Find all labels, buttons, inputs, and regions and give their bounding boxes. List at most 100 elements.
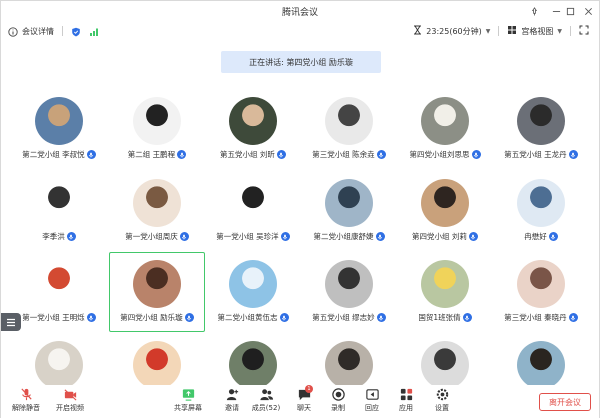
participant-tile[interactable]: 第四党小组刘思思 <box>397 97 493 179</box>
participant-tile[interactable]: 第二组 王鹏程 <box>109 97 205 179</box>
mic-icon <box>548 232 558 241</box>
divider <box>498 26 500 36</box>
sidebar-toggle[interactable] <box>1 313 21 331</box>
participant-tile[interactable]: 第一党小组 王明烁 <box>11 260 107 342</box>
participant-name-row: 第五党小组 缪志妙 <box>301 312 397 323</box>
shield-icon[interactable] <box>71 22 81 41</box>
chevron-down-icon[interactable]: ▼ <box>557 28 562 35</box>
leave-meeting-button[interactable]: 离开会议 <box>539 393 591 411</box>
meeting-details-button[interactable]: 会议详情 <box>22 26 54 37</box>
avatar <box>133 341 181 389</box>
chat-badge: 1 <box>305 385 313 393</box>
participant-tile[interactable]: 第五党小组 王龙丹 <box>493 97 589 179</box>
view-mode-button[interactable]: 宫格视图 <box>521 26 553 37</box>
participant-name: 第一党小组 吴珍洋 <box>216 232 279 241</box>
avatar <box>35 179 83 227</box>
avatar <box>517 179 565 227</box>
avatar <box>517 97 565 145</box>
participant-tile[interactable]: 冉懋好 <box>493 179 589 261</box>
participant-name: 国贸1班张倩 <box>418 313 461 322</box>
signal-icon[interactable] <box>89 22 99 41</box>
mic-muted-icon <box>20 388 32 401</box>
avatar <box>229 179 277 227</box>
participant-name-row: 第四党小组刘思思 <box>397 149 493 160</box>
close-icon[interactable] <box>577 1 599 21</box>
participant-name-row: 第一党小组 吴珍洋 <box>205 231 301 242</box>
participant-name: 第三党小组 陈余垚 <box>312 150 375 159</box>
avatar <box>517 260 565 308</box>
unmute-button[interactable]: 解除静音 <box>7 387 45 417</box>
mic-icon <box>375 232 385 241</box>
mic-icon <box>568 150 578 159</box>
bottom-toolbar: 解除静音 开启视频 共享屏幕 邀请 成员(52) 1 聊天 录制 回应 应用 设… <box>1 385 599 418</box>
mic-icon <box>376 313 386 322</box>
participant-tile[interactable]: 国贸1班张倩 <box>397 260 493 342</box>
participant-name-row: 第一党小组周庆 <box>109 231 205 242</box>
apps-button[interactable]: 应用 <box>387 387 425 417</box>
chevron-down-icon[interactable]: ▼ <box>486 28 491 35</box>
chat-button[interactable]: 1 聊天 <box>285 385 323 417</box>
participant-name: 第五党小组 刘昕 <box>220 150 275 159</box>
members-button[interactable]: 成员(52) <box>247 387 285 417</box>
settings-button[interactable]: 设置 <box>423 387 461 417</box>
participant-name: 第五党小组 王龙丹 <box>504 150 567 159</box>
participant-name: 第四党小组刘思思 <box>409 150 470 159</box>
invite-button[interactable]: 邀请 <box>213 387 251 417</box>
rewind-icon <box>365 389 379 400</box>
info-icon[interactable] <box>8 22 18 41</box>
participant-name: 李季洪 <box>42 232 65 241</box>
avatar <box>133 97 181 145</box>
mic-icon <box>376 150 386 159</box>
participant-tile[interactable]: 第二党小组 李叔悦 <box>11 97 107 179</box>
avatar <box>421 260 469 308</box>
gear-icon <box>436 388 448 401</box>
avatar <box>517 341 565 389</box>
participant-name: 第五党小组 缪志妙 <box>312 313 375 322</box>
pin-icon[interactable] <box>523 1 545 21</box>
title-bar: 腾讯会议 <box>1 1 599 21</box>
mic-icon <box>468 232 478 241</box>
start-video-button[interactable]: 开启视频 <box>51 387 89 417</box>
participant-tile[interactable]: 第五党小组 缪志妙 <box>301 260 397 342</box>
participant-name: 第二组 王鹏程 <box>127 150 176 159</box>
participant-tile[interactable]: 第一党小组周庆 <box>109 179 205 261</box>
hourglass-icon <box>413 25 422 37</box>
participant-name-row: 第一党小组 王明烁 <box>11 312 107 323</box>
participant-name-row: 第三党小组 陈余垚 <box>301 149 397 160</box>
avatar <box>229 97 277 145</box>
participant-tile[interactable]: 第三党小组 秦晓丹 <box>493 260 589 342</box>
share-screen-button[interactable]: 共享屏幕 <box>169 387 207 417</box>
participant-name-row: 第四党小组 刘莉 <box>397 231 493 242</box>
participant-name: 第二党小组康舒婕 <box>313 232 374 241</box>
participant-tile[interactable]: 第二党小组黄伍志 <box>205 260 301 342</box>
fullscreen-icon[interactable] <box>579 25 589 37</box>
participant-tile[interactable]: 第三党小组 陈余垚 <box>301 97 397 179</box>
participant-tile[interactable]: 第四党小组 刘莉 <box>397 179 493 261</box>
meeting-window: 腾讯会议 会议详情 23:25(60分钟) ▼ 宫格视图 ▼ 正在讲话: 第四党… <box>0 0 600 418</box>
divider <box>62 26 63 36</box>
avatar <box>229 260 277 308</box>
participant-name-row: 冉懋好 <box>493 231 589 242</box>
participant-tile[interactable]: 李季洪 <box>11 179 107 261</box>
participant-name-row: 李季洪 <box>11 231 107 242</box>
participant-tile[interactable]: 第二党小组康舒婕 <box>301 179 397 261</box>
participant-name-row: 第二党小组康舒婕 <box>301 231 397 242</box>
participant-tile[interactable]: 第五党小组 刘昕 <box>205 97 301 179</box>
mic-icon <box>471 150 481 159</box>
avatar <box>421 179 469 227</box>
add-user-icon <box>226 389 238 401</box>
mic-icon <box>279 313 289 322</box>
avatar <box>325 260 373 308</box>
participant-name: 第二党小组黄伍志 <box>217 313 278 322</box>
participant-name: 第三党小组 秦晓丹 <box>504 313 567 322</box>
grid-view-icon[interactable] <box>507 25 517 37</box>
avatar <box>325 179 373 227</box>
participant-tile[interactable]: 第一党小组 吴珍洋 <box>205 179 301 261</box>
avatar <box>421 341 469 389</box>
participant-name: 冉懋好 <box>524 232 547 241</box>
rewind-button[interactable]: 回应 <box>353 387 391 417</box>
avatar <box>35 341 83 389</box>
info-bar: 会议详情 23:25(60分钟) ▼ 宫格视图 ▼ <box>1 22 599 40</box>
record-button[interactable]: 录制 <box>319 387 357 417</box>
participant-name-row: 第二党小组 李叔悦 <box>11 149 107 160</box>
